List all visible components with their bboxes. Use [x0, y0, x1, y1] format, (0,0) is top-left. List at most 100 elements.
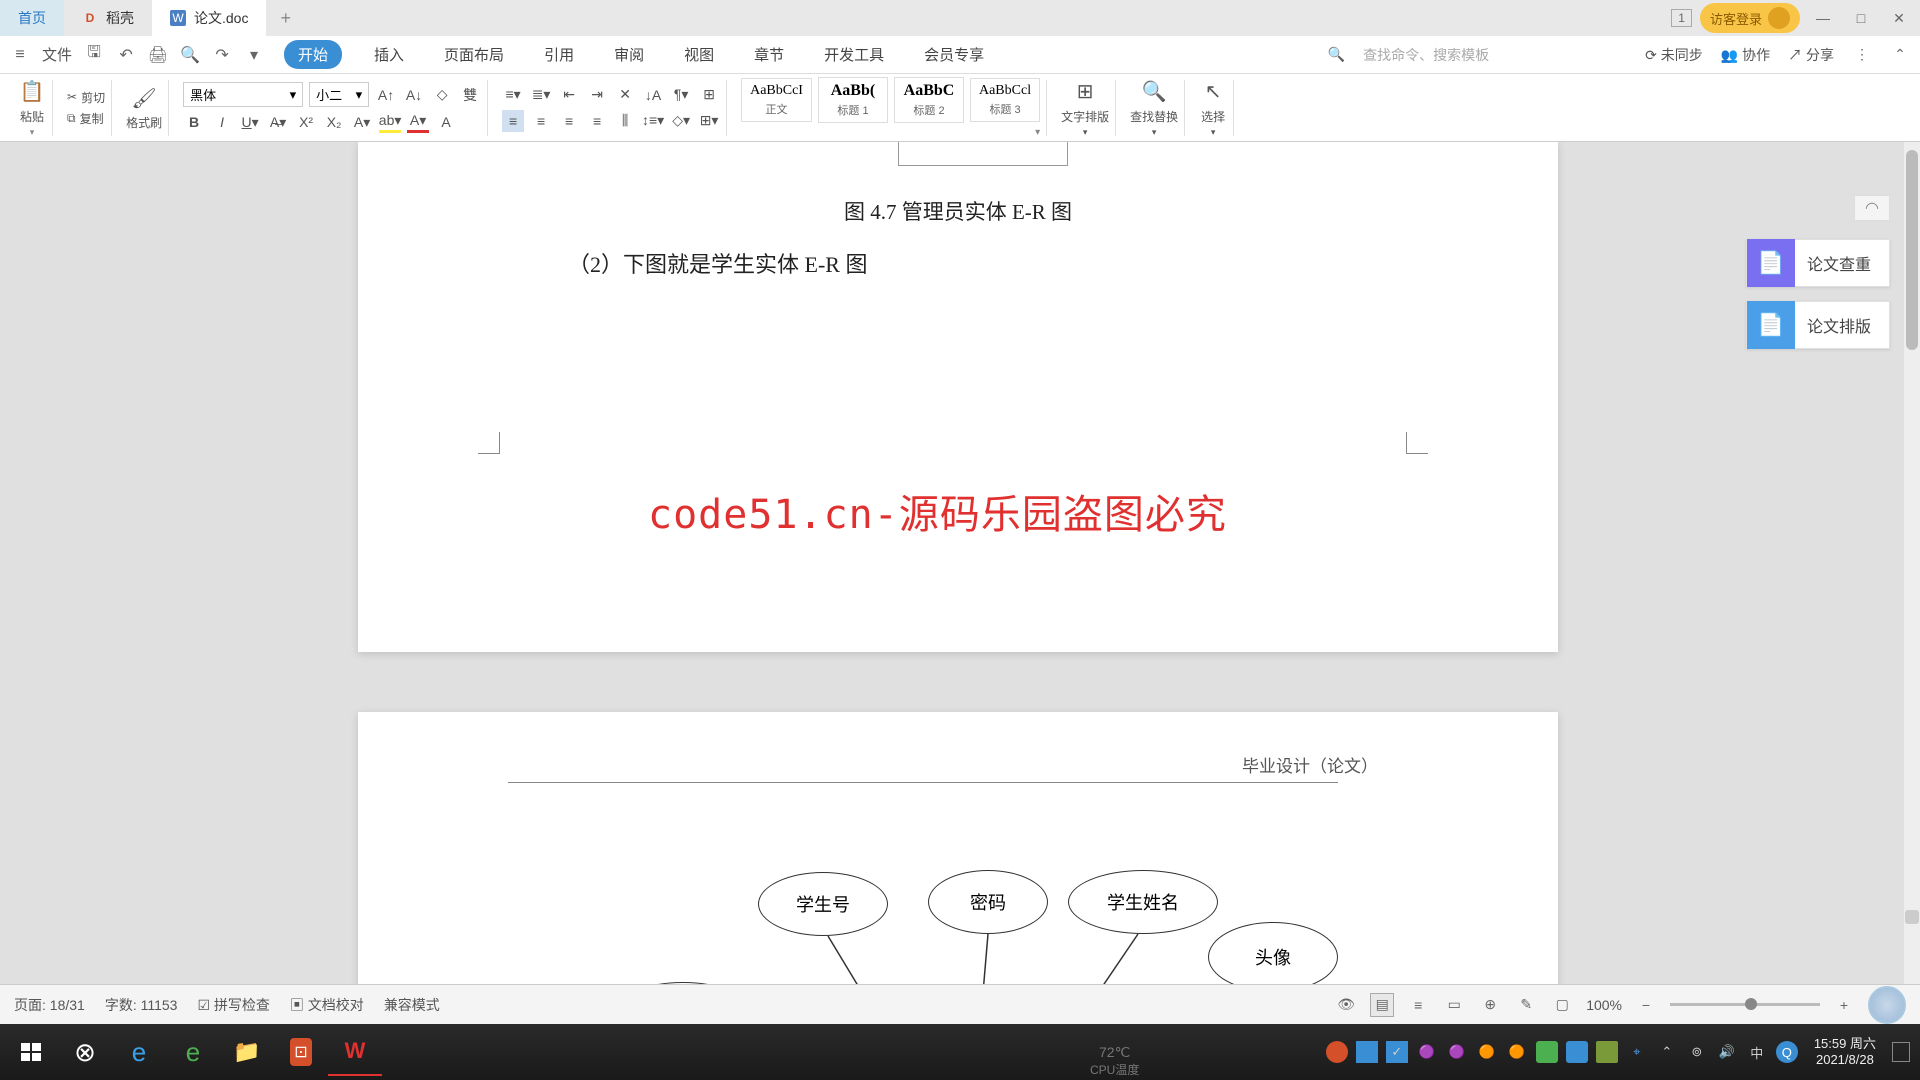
align-center-button[interactable]: ≡ — [530, 110, 552, 132]
tab-home[interactable]: 首页 — [0, 0, 64, 36]
bold-button[interactable]: B — [183, 111, 205, 133]
copy-button[interactable]: ⧉ 复制 — [67, 110, 105, 127]
preview-icon[interactable]: 🔍 — [180, 45, 200, 65]
bluetooth-icon[interactable]: ⌖ — [1626, 1041, 1648, 1063]
tray-icon[interactable] — [1356, 1041, 1378, 1063]
align-justify-button[interactable]: ≡ — [586, 110, 608, 132]
scrollbar-thumb[interactable] — [1906, 150, 1918, 350]
eye-icon[interactable]: 👁 — [1334, 993, 1358, 1017]
phonetic-icon[interactable]: 雙 — [459, 84, 481, 106]
menu-tab-layout[interactable]: 页面布局 — [436, 40, 512, 69]
char-border-button[interactable]: A — [435, 111, 457, 133]
print-icon[interactable]: 🖨 — [148, 45, 168, 65]
font-family-select[interactable]: 黑体▾ — [183, 82, 303, 107]
tray-icon[interactable]: 🟣 — [1416, 1041, 1438, 1063]
taskbar-wps[interactable]: W — [328, 1028, 382, 1076]
document-area[interactable]: 图 4.7 管理员实体 E-R 图 （2）下图就是学生实体 E-R 图 code… — [0, 142, 1904, 984]
new-tab-button[interactable]: + — [266, 8, 305, 29]
start-button[interactable] — [4, 1028, 58, 1076]
menu-tab-reference[interactable]: 引用 — [536, 40, 582, 69]
style-正文[interactable]: AaBbCcI正文 — [741, 78, 812, 122]
collapse-ribbon-icon[interactable]: ⌃ — [1890, 45, 1910, 65]
fit-icon[interactable]: ▢ — [1550, 993, 1574, 1017]
line-spacing-button[interactable]: ↕≡▾ — [642, 110, 664, 132]
align-right-button[interactable]: ≡ — [558, 110, 580, 132]
save-icon[interactable]: 🖫 — [84, 45, 104, 65]
menu-tab-view[interactable]: 视图 — [676, 40, 722, 69]
guest-login-button[interactable]: 访客登录 — [1700, 3, 1800, 33]
menu-tab-insert[interactable]: 插入 — [366, 40, 412, 69]
search-command-input[interactable]: 查找命令、搜索模板 — [1363, 45, 1489, 65]
subscript-button[interactable]: X₂ — [323, 111, 345, 133]
taskbar-edge[interactable]: e — [166, 1028, 220, 1076]
more-icon[interactable]: ⋮ — [1852, 45, 1872, 65]
menu-tab-member[interactable]: 会员专享 — [916, 40, 992, 69]
menu-tab-chapter[interactable]: 章节 — [746, 40, 792, 69]
maximize-button[interactable]: □ — [1846, 3, 1876, 33]
assistant-avatar[interactable] — [1868, 986, 1906, 1024]
tab-button[interactable]: ⊞ — [698, 84, 720, 106]
sync-status[interactable]: ⟳ 未同步 — [1645, 45, 1703, 65]
shading-button[interactable]: ◇▾ — [670, 110, 692, 132]
web-view-icon[interactable]: ⊕ — [1478, 993, 1502, 1017]
doc-proof-button[interactable]: ▣ 文档校对 — [290, 995, 364, 1015]
numbering-button[interactable]: ≣▾ — [530, 84, 552, 106]
ime-indicator[interactable]: 中 — [1746, 1041, 1768, 1063]
page-view-icon[interactable]: ▤ — [1370, 993, 1394, 1017]
zoom-out-button[interactable]: − — [1634, 993, 1658, 1017]
font-size-select[interactable]: 小二▾ — [309, 82, 369, 107]
spell-check-button[interactable]: ☑ 拼写检查 — [197, 995, 269, 1015]
zoom-slider[interactable] — [1670, 1003, 1820, 1006]
tray-icon[interactable] — [1596, 1041, 1618, 1063]
taskbar-explorer[interactable]: 📁 — [220, 1028, 274, 1076]
clock[interactable]: 15:59 周六 2021/8/28 — [1806, 1036, 1884, 1067]
zoom-slider-thumb[interactable] — [1745, 998, 1757, 1010]
menu-tab-devtools[interactable]: 开发工具 — [816, 40, 892, 69]
format-painter-button[interactable]: 🖌格式刷 — [126, 84, 162, 131]
notifications-icon[interactable] — [1892, 1042, 1910, 1062]
paper-format-button[interactable]: 📄 论文排版 — [1746, 301, 1890, 349]
clear-format-icon[interactable]: ◇ — [431, 84, 453, 106]
scrollbar-marker[interactable] — [1905, 910, 1919, 924]
distribute-button[interactable]: ⫼ — [614, 110, 636, 132]
dropdown-icon[interactable]: ▾ — [244, 45, 264, 65]
style-标题 3[interactable]: AaBbCcl标题 3 — [970, 78, 1040, 122]
asian-layout-button[interactable]: ✕ — [614, 84, 636, 106]
increase-indent-button[interactable]: ⇥ — [586, 84, 608, 106]
collapse-panel-button[interactable]: ◠ — [1854, 195, 1890, 221]
vertical-scrollbar[interactable] — [1904, 142, 1920, 984]
tray-icon[interactable]: Q — [1776, 1041, 1798, 1063]
font-color-button[interactable]: A▾ — [407, 111, 429, 133]
taskbar-app-orange[interactable]: ⊡ — [274, 1028, 328, 1076]
word-count[interactable]: 字数: 11153 — [105, 995, 178, 1015]
window-count[interactable]: 1 — [1671, 9, 1692, 27]
tray-icon[interactable]: 🟠 — [1476, 1041, 1498, 1063]
increase-font-icon[interactable]: A↑ — [375, 84, 397, 106]
collab-button[interactable]: 👥 协作 — [1721, 45, 1770, 65]
tray-icon[interactable] — [1536, 1041, 1558, 1063]
minimize-button[interactable]: — — [1808, 3, 1838, 33]
zoom-level[interactable]: 100% — [1586, 997, 1622, 1013]
tray-icon[interactable] — [1566, 1041, 1588, 1063]
menu-icon[interactable]: ≡ — [10, 45, 30, 65]
volume-icon[interactable]: 🔊 — [1716, 1041, 1738, 1063]
style-标题 1[interactable]: AaBb(标题 1 — [818, 77, 888, 123]
superscript-button[interactable]: X² — [295, 111, 317, 133]
page-indicator[interactable]: 页面: 18/31 — [14, 995, 85, 1015]
decrease-indent-button[interactable]: ⇤ — [558, 84, 580, 106]
file-menu[interactable]: 文件 — [42, 44, 72, 65]
text-layout-button[interactable]: ⊞文字排版▾ — [1061, 78, 1109, 138]
cut-button[interactable]: ✂ 剪切 — [67, 89, 105, 106]
close-button[interactable]: ✕ — [1884, 3, 1914, 33]
wifi-icon[interactable]: ⊚ — [1686, 1041, 1708, 1063]
underline-button[interactable]: U▾ — [239, 111, 261, 133]
text-effect-button[interactable]: A▾ — [351, 111, 373, 133]
taskbar-ie[interactable]: e — [112, 1028, 166, 1076]
show-marks-button[interactable]: ¶▾ — [670, 84, 692, 106]
sort-button[interactable]: ↓A — [642, 84, 664, 106]
tray-icon[interactable]: ✓ — [1386, 1041, 1408, 1063]
read-view-icon[interactable]: ▭ — [1442, 993, 1466, 1017]
taskbar-app[interactable]: ⊗ — [58, 1028, 112, 1076]
italic-button[interactable]: I — [211, 111, 233, 133]
paste-button[interactable]: 📋粘贴▾ — [18, 78, 46, 138]
